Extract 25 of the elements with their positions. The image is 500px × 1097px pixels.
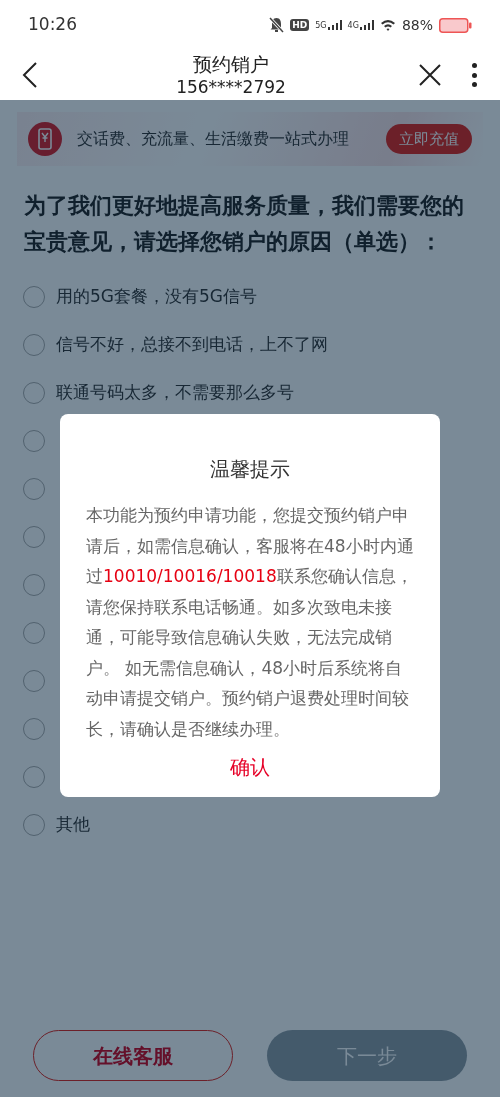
more-menu-button[interactable] (470, 62, 478, 88)
clock-time: 10:26 (28, 13, 77, 37)
battery-percentage: 88% (401, 15, 433, 35)
option-label[interactable]: 信号不好，总接不到电话，上不了网 (56, 332, 328, 358)
dialog-message: 本功能为预约申请功能，您提交预约销户申请后，如需信息确认，客服将在48小时内通过10010/10016/10018联系您确认信息，请您保持联系电话畅通。如多次致电未接通，可能导致信息确认失败，无法完成销户。 如无需信息确认，48小时后系统将自动申请提交销户。预约销户退费处理时间较长，请确认是否继续办理。 (85, 504, 415, 741)
signal-icon (359, 20, 374, 30)
option-label[interactable]: 用的5G套餐，没有5G信号 (56, 284, 257, 310)
signal-icon (327, 20, 342, 30)
option-label[interactable]: 联通号码太多，不需要那么多号 (56, 380, 294, 406)
phone-icon (28, 122, 62, 156)
bell-off-icon (269, 17, 285, 33)
recharge-button[interactable]: 立即充值 (386, 124, 472, 154)
phone-number: 156****2792 (176, 76, 286, 98)
page-title: 预约销户 (193, 52, 269, 76)
question-text: 为了我们更好地提高服务质量，我们需要您的宝贵意见，请选择您销户的原因（单选）： (23, 192, 465, 256)
battery-icon (439, 17, 472, 33)
option-label[interactable]: 其他 (56, 812, 90, 838)
close-button[interactable] (418, 62, 444, 88)
banner-text: 交话费、充流量、生活缴费一站式办理 (77, 128, 350, 150)
hd-indicator: HD (290, 19, 310, 31)
wifi-icon (379, 19, 396, 31)
dialog-title: 温馨提示 (210, 456, 290, 483)
network-type-label: 5G (315, 22, 327, 30)
confirm-button[interactable]: 确认 (210, 751, 290, 783)
network-type-label: 4G (347, 22, 359, 30)
